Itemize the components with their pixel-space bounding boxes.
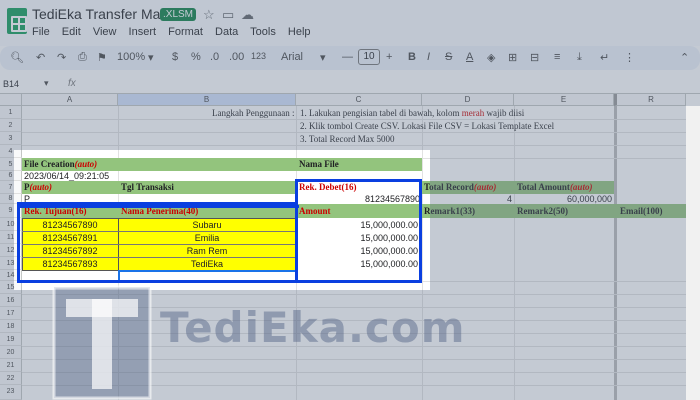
vertical-scrollbar[interactable]	[686, 106, 700, 400]
watermark-text: TediEka.com	[160, 303, 466, 352]
dim-overlay	[430, 150, 700, 290]
watermark-logo-icon	[52, 285, 152, 400]
auto-tag: (auto)	[74, 159, 98, 169]
highlight-box-left	[17, 205, 299, 283]
dim-overlay	[0, 150, 14, 290]
highlight-box-right	[295, 179, 422, 283]
nama-file-label: Nama File	[299, 159, 339, 169]
file-creation-text: File Creation	[24, 159, 75, 169]
auto-tag: (auto)	[29, 182, 53, 192]
tgl-transaksi-label: Tgl Transaksi	[121, 182, 174, 192]
dim-overlay	[0, 0, 700, 150]
highlight-top-edge	[17, 202, 298, 205]
